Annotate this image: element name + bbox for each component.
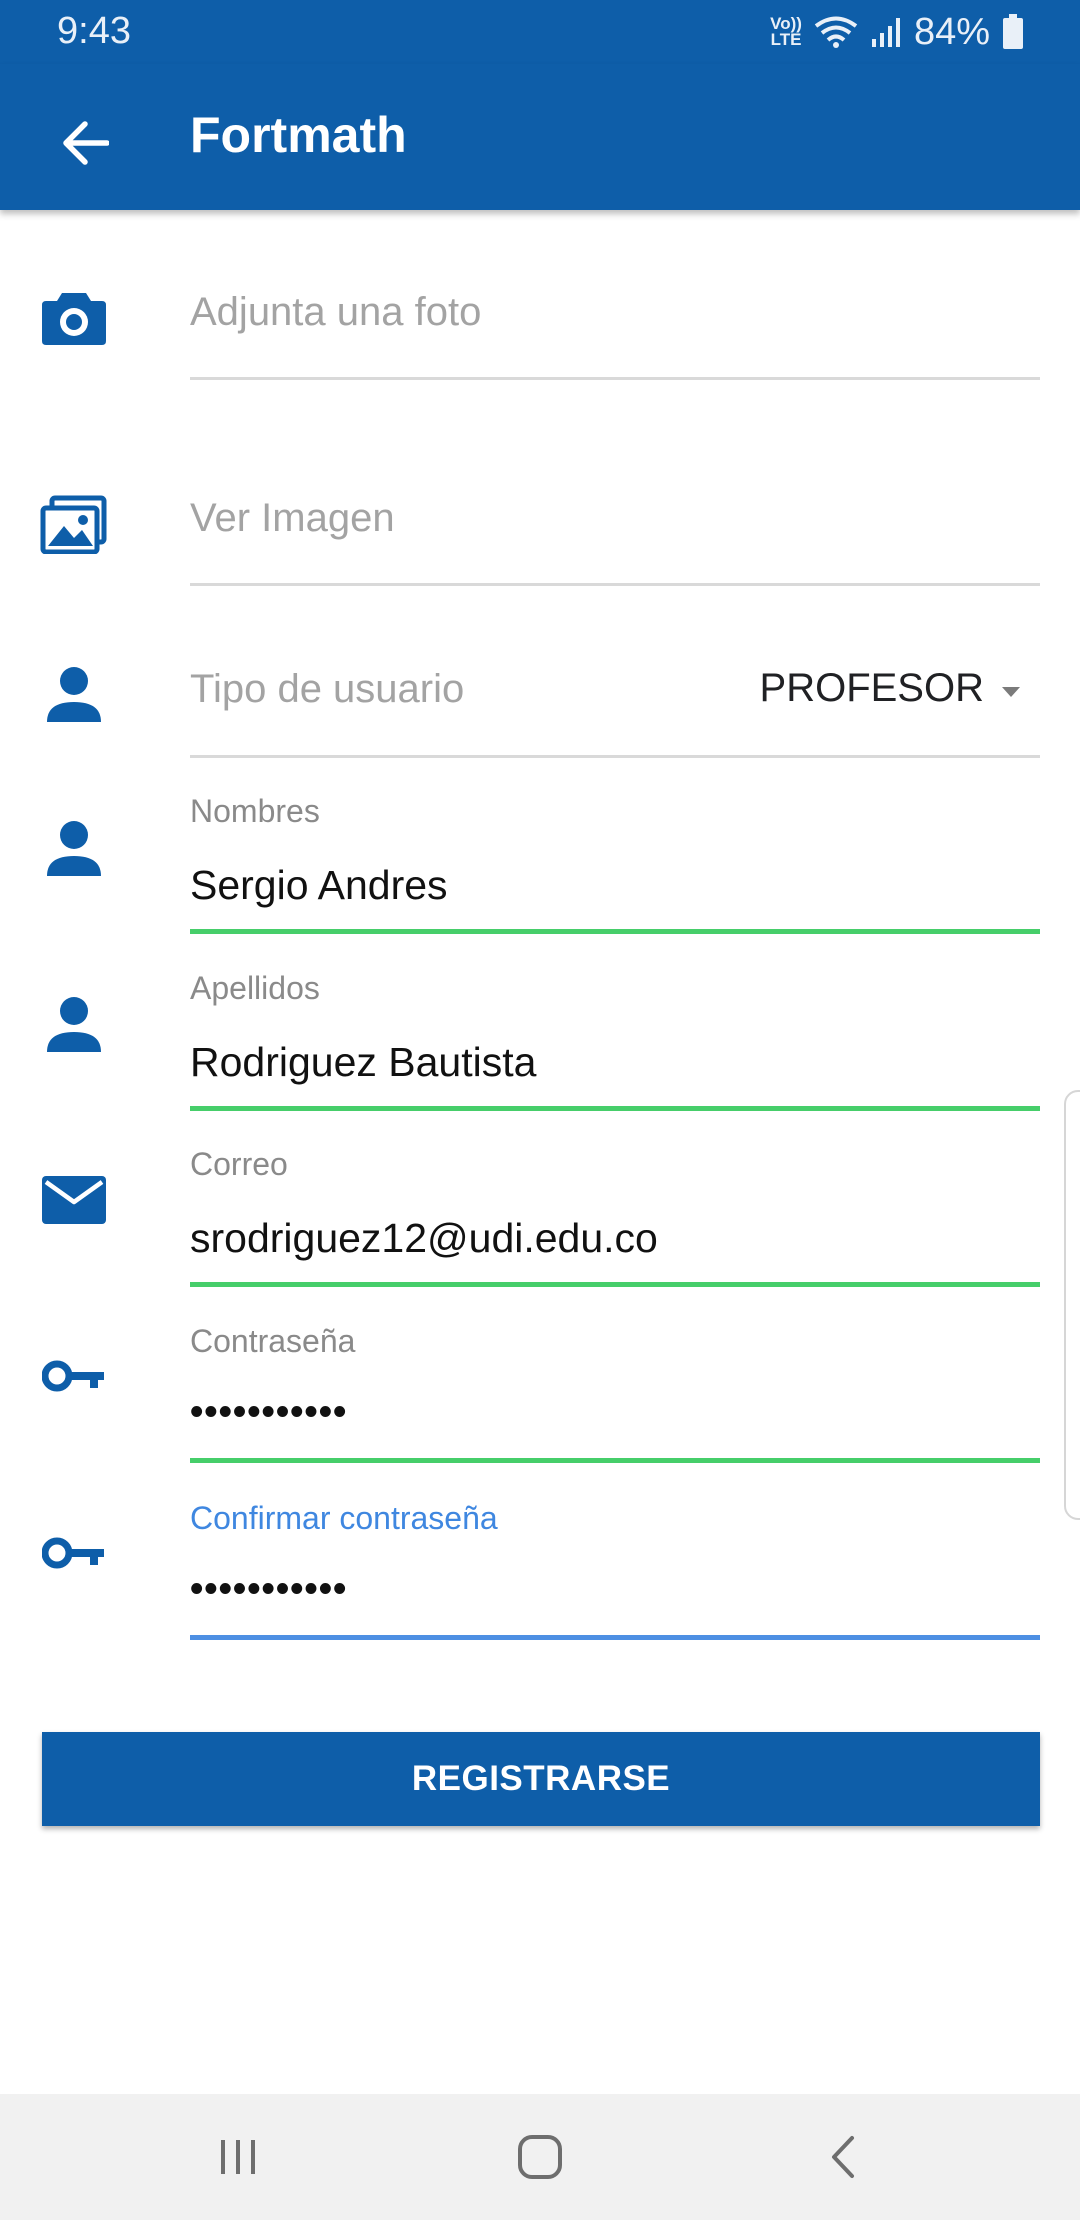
- recent-apps-button[interactable]: [203, 2124, 273, 2190]
- user-type-underline: [190, 755, 1040, 758]
- first-name-label: Nombres: [190, 793, 320, 829]
- camera-icon[interactable]: [36, 280, 112, 356]
- attach-photo-field[interactable]: Adjunta una foto: [190, 290, 1040, 335]
- user-type-selected: PROFESOR: [759, 666, 984, 710]
- home-icon: [518, 2135, 562, 2179]
- back-nav-button[interactable]: [808, 2124, 878, 2190]
- email-field[interactable]: srodriguez12@udi.edu.co: [190, 1215, 658, 1262]
- signal-icon: [871, 18, 900, 47]
- email-underline: [190, 1282, 1040, 1287]
- view-image-field[interactable]: Ver Imagen: [190, 496, 1040, 541]
- last-name-label: Apellidos: [190, 970, 320, 1006]
- password-field[interactable]: •••••••••••: [190, 1391, 347, 1434]
- attach-photo-underline: [190, 377, 1040, 380]
- app-title: Fortmath: [190, 107, 407, 163]
- last-name-underline: [190, 1106, 1040, 1111]
- volte-indicator: Vo)) LTE: [770, 14, 802, 49]
- home-button[interactable]: [505, 2124, 575, 2190]
- person-icon: [36, 656, 112, 732]
- battery-percent: 84%: [913, 10, 990, 53]
- password-underline: [190, 1458, 1040, 1463]
- status-time: 9:43: [57, 10, 131, 52]
- key-icon: [36, 1338, 112, 1414]
- confirm-password-underline: [190, 1635, 1040, 1640]
- confirm-password-label: Confirmar contraseña: [190, 1500, 498, 1536]
- first-name-underline: [190, 929, 1040, 934]
- scrollbar-handle[interactable]: [1064, 1090, 1080, 1520]
- chevron-left-icon: [832, 2136, 854, 2178]
- status-bar: 9:43 Vo)) LTE 84%: [0, 0, 1080, 64]
- user-type-dropdown[interactable]: PROFESOR: [760, 666, 1014, 711]
- last-name-field[interactable]: Rodriguez Bautista: [190, 1039, 536, 1086]
- images-icon[interactable]: [36, 486, 112, 562]
- app-bar: Fortmath: [0, 64, 1080, 210]
- key-icon: [36, 1515, 112, 1591]
- person-icon: [36, 986, 112, 1062]
- arrow-left-icon: [63, 121, 109, 165]
- system-nav-bar: [0, 2094, 1080, 2220]
- chevron-down-icon[interactable]: [1002, 687, 1020, 697]
- back-button[interactable]: [50, 108, 120, 178]
- register-button[interactable]: REGISTRARSE: [42, 1732, 1040, 1826]
- battery-icon: [1003, 14, 1023, 49]
- person-icon: [36, 810, 112, 886]
- email-label: Correo: [190, 1146, 288, 1182]
- recent-apps-icon: [221, 2140, 255, 2174]
- wifi-icon: [814, 16, 858, 48]
- first-name-field[interactable]: Sergio Andres: [190, 862, 448, 909]
- password-label: Contraseña: [190, 1323, 356, 1359]
- mail-icon: [36, 1162, 112, 1238]
- status-icons: Vo)) LTE 84%: [770, 10, 1024, 54]
- confirm-password-field[interactable]: •••••••••••: [190, 1568, 347, 1611]
- view-image-underline: [190, 583, 1040, 586]
